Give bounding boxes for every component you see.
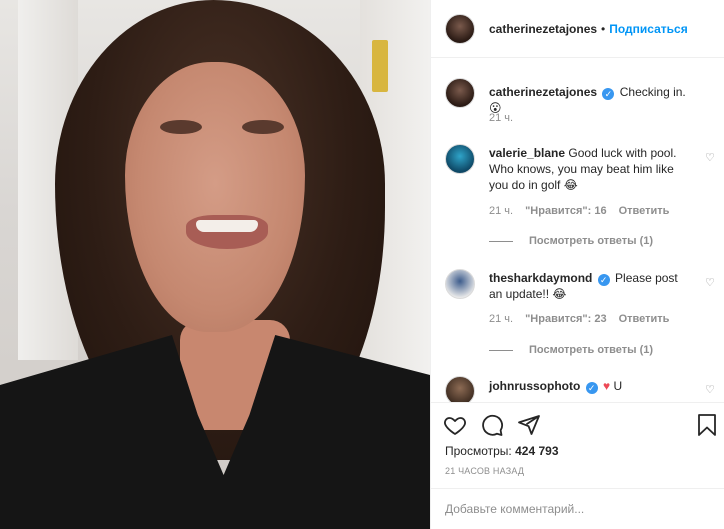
post-header: catherinezetajones • Подписаться: [431, 0, 724, 58]
comment-time[interactable]: 21 ч.: [489, 313, 513, 325]
follow-button[interactable]: Подписаться: [609, 22, 687, 36]
view-replies-button[interactable]: Посмотреть ответы (1): [489, 344, 653, 356]
comment-likes-count[interactable]: "Нравится": 16: [525, 205, 606, 217]
caption-row: catherinezetajones ✓ Checking in.😮: [445, 78, 715, 116]
comment-reply-button[interactable]: Ответить: [619, 313, 670, 325]
comment-meta: 21 ч. "Нравится": 16 Ответить: [489, 205, 669, 217]
add-comment-input[interactable]: [445, 502, 685, 516]
background-hinge: [372, 40, 388, 92]
comment-row: johnrussophoto ✓ ♥ U: [445, 376, 715, 402]
post-time-ago[interactable]: 21 часов назад: [445, 466, 524, 476]
bookmark-icon[interactable]: [695, 413, 719, 437]
post-actions-bar: [431, 402, 724, 446]
paper-plane-icon[interactable]: [517, 413, 541, 437]
red-heart-icon: ♥: [603, 379, 611, 393]
header-separator: •: [601, 21, 606, 36]
verified-badge-icon: ✓: [597, 274, 610, 286]
verified-badge-icon: ✓: [585, 382, 598, 394]
verified-badge-icon: ✓: [602, 88, 615, 100]
comment-likes-count[interactable]: "Нравится": 23: [525, 313, 606, 325]
replies-divider-line: [489, 349, 513, 351]
author-avatar[interactable]: [445, 13, 475, 44]
video-subject-smile: [196, 220, 258, 232]
views-value: 424 793: [515, 444, 559, 458]
view-replies-label: Посмотреть ответы (1): [529, 235, 654, 247]
view-replies-button[interactable]: Посмотреть ответы (1): [489, 235, 653, 247]
comment-reply-button[interactable]: Ответить: [619, 205, 670, 217]
comment-like-heart-icon[interactable]: ♡: [705, 152, 717, 164]
comment-composer: [431, 488, 724, 529]
comment-username[interactable]: valerie_blane: [489, 146, 565, 160]
comment-like-heart-icon[interactable]: ♡: [705, 384, 717, 396]
comment-username[interactable]: johnrussophoto: [489, 379, 580, 393]
post-viewer: catherinezetajones • Подписаться catheri…: [0, 0, 724, 529]
caption-meta: 21 ч.: [489, 112, 513, 124]
views-label: Просмотры:: [445, 444, 512, 458]
comment-avatar[interactable]: [445, 269, 475, 299]
caption-avatar[interactable]: [445, 78, 475, 108]
comment-avatar[interactable]: [445, 376, 475, 402]
caption-username[interactable]: catherinezetajones: [489, 85, 597, 99]
comment-text-block: thesharkdaymond ✓ Please post an update!…: [489, 269, 689, 302]
comment-row: thesharkdaymond ✓ Please post an update!…: [445, 269, 715, 302]
author-username[interactable]: catherinezetajones: [489, 22, 597, 36]
video-subject-eye-right: [242, 120, 284, 134]
view-replies-label: Посмотреть ответы (1): [529, 344, 654, 356]
caption-text-block: catherinezetajones ✓ Checking in.😮: [489, 78, 689, 116]
replies-divider-line: [489, 240, 513, 242]
video-subject-eye-left: [160, 120, 202, 134]
heart-outline-icon[interactable]: [443, 413, 467, 437]
comment-icon[interactable]: [480, 413, 504, 437]
comment-like-heart-icon[interactable]: ♡: [705, 277, 717, 289]
comment-meta: 21 ч. "Нравится": 23 Ответить: [489, 313, 669, 325]
comment-text-block: johnrussophoto ✓ ♥ U: [489, 376, 689, 402]
caption-time[interactable]: 21 ч.: [489, 112, 513, 124]
comment-text: U: [613, 379, 623, 393]
views-count[interactable]: Просмотры: 424 793: [445, 444, 559, 458]
comment-row: valerie_blane Good luck with pool. Who k…: [445, 144, 715, 193]
comment-username[interactable]: thesharkdaymond: [489, 271, 592, 285]
comment-avatar[interactable]: [445, 144, 475, 174]
post-side-panel: catherinezetajones • Подписаться catheri…: [430, 0, 724, 529]
comment-text-block: valerie_blane Good luck with pool. Who k…: [489, 144, 689, 193]
comment-time[interactable]: 21 ч.: [489, 205, 513, 217]
post-video[interactable]: [0, 0, 430, 529]
comments-list[interactable]: catherinezetajones ✓ Checking in.😮 21 ч.…: [431, 58, 724, 402]
